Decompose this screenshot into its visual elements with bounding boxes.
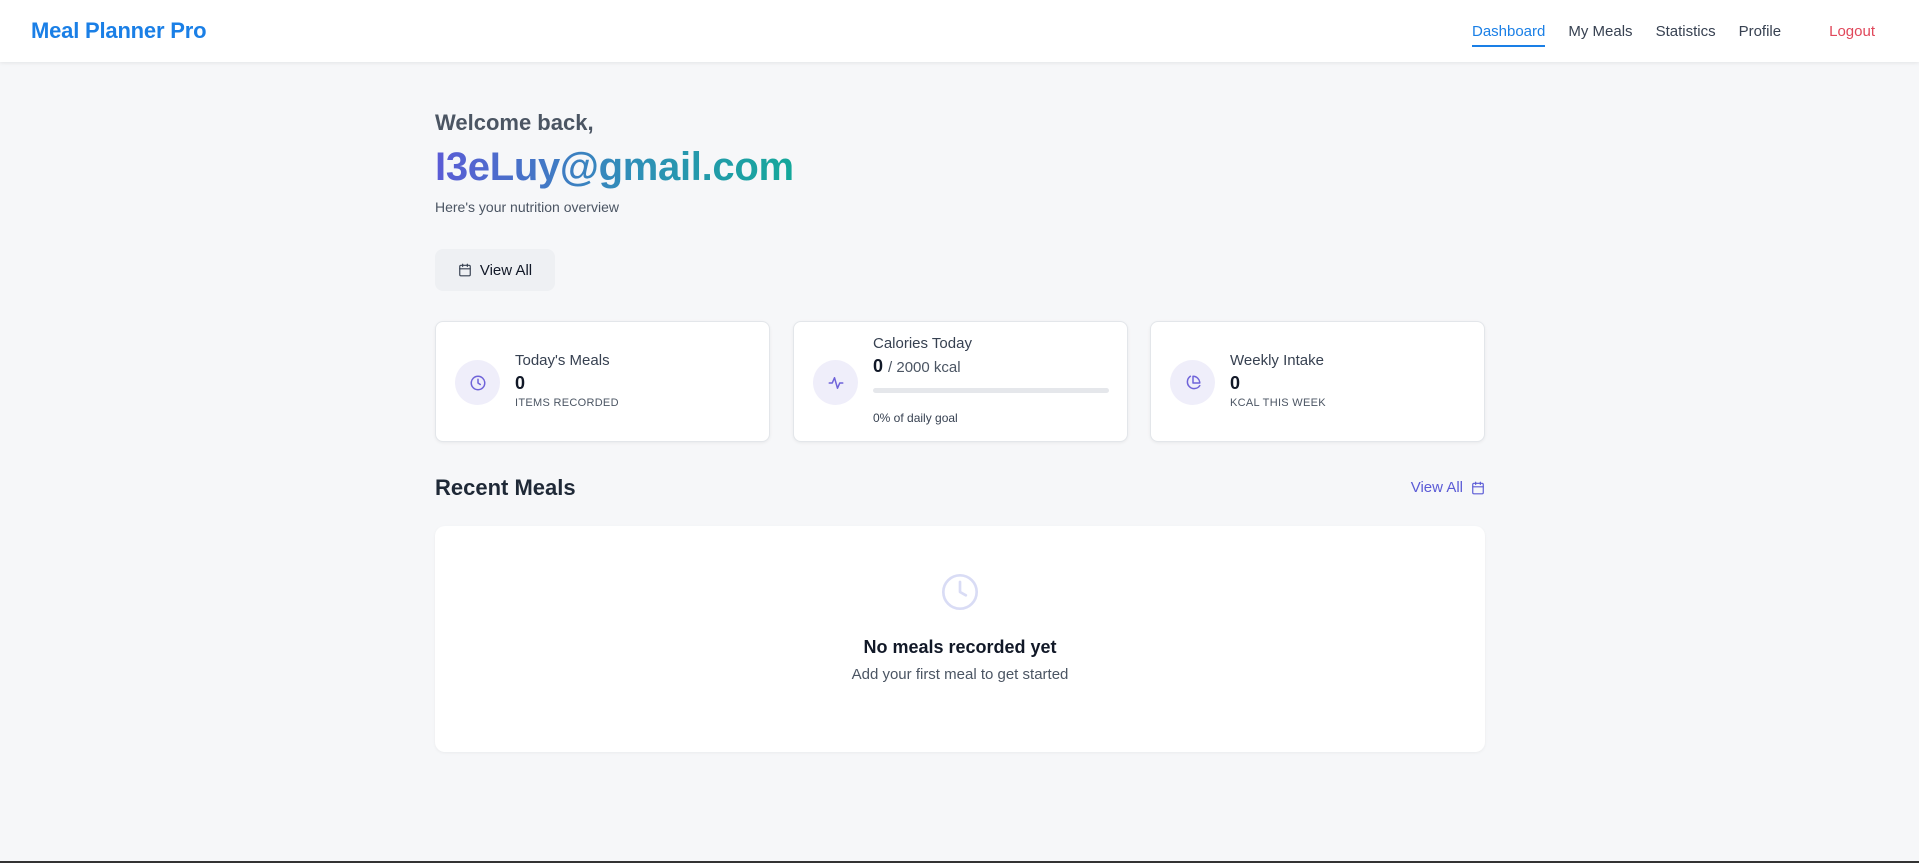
clock-icon — [455, 360, 500, 405]
stats-cards: Today's Meals 0 ITEMS RECORDED Calories … — [435, 321, 1485, 442]
logout-button[interactable]: Logout — [1829, 23, 1875, 40]
recent-meals-empty-state: No meals recorded yet Add your first mea… — [435, 526, 1485, 752]
calories-progress-bar — [873, 388, 1109, 393]
empty-state-title: No meals recorded yet — [863, 637, 1057, 657]
calories-goal: / 2000 kcal — [888, 359, 961, 376]
todays-meals-card: Today's Meals 0 ITEMS RECORDED — [435, 321, 770, 442]
recent-meals-view-all-label: View All — [1410, 479, 1463, 496]
calories-today-value: 0 — [873, 356, 884, 376]
welcome-heading: Welcome back, — [435, 110, 594, 135]
top-navbar: Meal Planner Pro Dashboard My Meals Stat… — [0, 0, 1919, 62]
nav-my-meals[interactable]: My Meals — [1568, 0, 1632, 62]
todays-meals-value: 0 — [515, 373, 526, 393]
user-email: I3eLuy@gmail.com — [435, 145, 794, 189]
todays-meals-body: Today's Meals 0 ITEMS RECORDED — [515, 352, 619, 409]
calories-today-body: Calories Today 0 / 2000 kcal 0% of daily… — [873, 335, 1109, 425]
calories-today-card: Calories Today 0 / 2000 kcal 0% of daily… — [793, 321, 1128, 442]
calendar-icon — [459, 263, 471, 277]
recent-meals-view-all[interactable]: View All — [1411, 479, 1485, 496]
weekly-intake-value: 0 — [1230, 373, 1241, 393]
weekly-intake-card: Weekly Intake 0 KCAL THIS WEEK — [1150, 321, 1485, 442]
activity-icon — [813, 360, 858, 405]
weekly-intake-caption: KCAL THIS WEEK — [1230, 397, 1326, 409]
welcome-subtitle: Here's your nutrition overview — [435, 199, 619, 215]
nav-dashboard[interactable]: Dashboard — [1471, 0, 1546, 62]
nav-statistics[interactable]: Statistics — [1656, 0, 1716, 62]
view-all-label: View All — [479, 261, 533, 279]
nav-links: Dashboard My Meals Statistics Profile Lo… — [1449, 0, 1888, 62]
calories-value-row: 0 / 2000 kcal — [873, 356, 1109, 377]
todays-meals-label: Today's Meals — [515, 352, 610, 369]
calendar-icon — [1472, 481, 1484, 494]
nav-profile[interactable]: Profile — [1739, 0, 1782, 62]
todays-meals-caption: ITEMS RECORDED — [515, 397, 619, 409]
recent-meals-title: Recent Meals — [435, 475, 576, 500]
weekly-intake-body: Weekly Intake 0 KCAL THIS WEEK — [1230, 352, 1326, 409]
weekly-intake-label: Weekly Intake — [1230, 352, 1324, 369]
clock-icon — [942, 574, 978, 610]
empty-state-subtitle: Add your first meal to get started — [851, 666, 1069, 683]
calories-today-label: Calories Today — [873, 335, 972, 352]
pie-chart-icon — [1170, 360, 1215, 405]
calories-progress-caption: 0% of daily goal — [873, 411, 958, 425]
brand-logo[interactable]: Meal Planner Pro — [31, 18, 207, 44]
view-all-button[interactable]: View All — [435, 249, 555, 291]
